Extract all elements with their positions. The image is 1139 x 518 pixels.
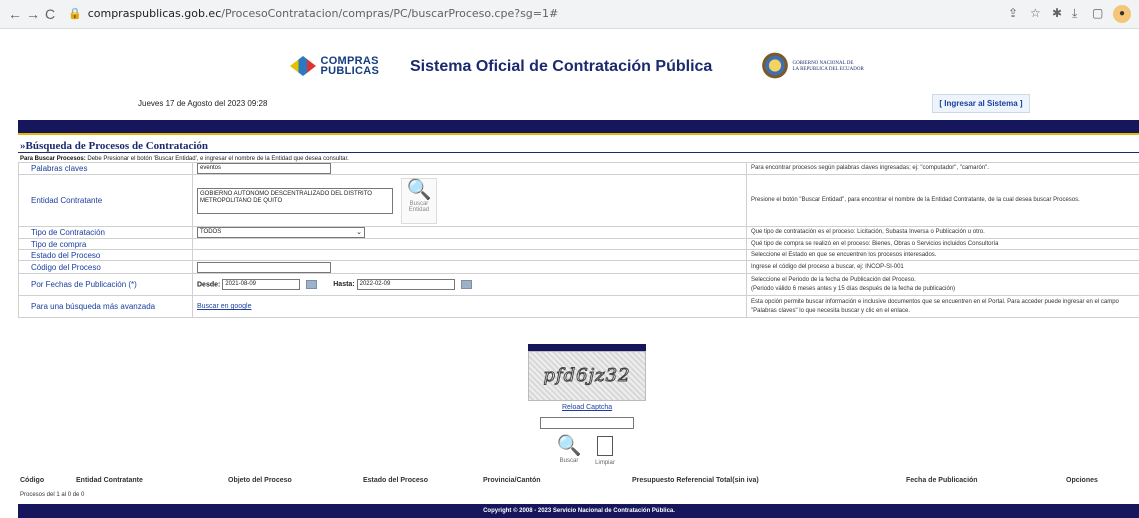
col-fecha: Fecha de Publicación — [906, 477, 978, 484]
blank-page-icon — [597, 436, 613, 456]
results-table-header: Código Entidad Contratante Objeto del Pr… — [18, 476, 1139, 486]
share-icon[interactable]: ⇪ — [1008, 6, 1018, 20]
advanced-label: Para una búsqueda más avanzada — [18, 295, 193, 318]
compras-publicas-logo: COMPRAS PUBLICAS — [290, 56, 380, 77]
advanced-help: Esta opción permite buscar información e… — [746, 295, 1139, 318]
search-entity-button[interactable]: 🔍 Buscar Entidad — [400, 177, 437, 224]
reload-captcha-link[interactable]: Reload Captcha — [562, 404, 612, 411]
sidepanel-icon[interactable]: ▢ — [1092, 6, 1103, 20]
col-estado: Estado del Proceso — [363, 477, 428, 484]
captcha-input[interactable] — [540, 417, 634, 429]
back-icon[interactable]: ← — [8, 5, 22, 23]
type-help: Que tipo de contratación es el proceso: … — [746, 226, 1139, 239]
keywords-help: Para encontrar procesos según palabras c… — [746, 162, 1139, 175]
row-purchase: Tipo de compra Qué tipo de compra se rea… — [18, 238, 1139, 250]
results-count: Procesos del 1 al 0 de 0 — [20, 492, 85, 498]
search-button[interactable]: 🔍 Buscar — [554, 434, 584, 470]
entity-textarea[interactable]: GOBIERNO AUTONOMO DESCENTRALIZADO DEL DI… — [197, 187, 393, 214]
gov-text-2: LA REPUBLICA DEL ECUADOR — [792, 67, 864, 72]
col-objeto: Objeto del Proceso — [228, 477, 292, 484]
site-title: Sistema Oficial de Contratación Pública — [410, 58, 713, 75]
keywords-input[interactable]: eventos — [197, 163, 331, 174]
row-status: Estado del Proceso Seleccione el Estado … — [18, 249, 1139, 261]
entity-help: Presione el botón "Buscar Entidad", para… — [746, 174, 1139, 227]
purchase-label: Tipo de compra — [18, 238, 193, 250]
captcha-header-bar — [528, 344, 646, 351]
google-search-link[interactable]: Buscar en google — [197, 303, 251, 310]
search-entity-label: Buscar Entidad — [408, 200, 430, 213]
lock-icon: 🔒 — [68, 7, 82, 20]
captcha-image: pfd6jz32 — [528, 351, 646, 401]
extensions-icon[interactable]: ✱ — [1052, 6, 1062, 20]
type-select-value: TODOS — [200, 229, 222, 235]
col-presupuesto: Presupuesto Referencial Total(sin iva) — [632, 477, 759, 484]
dates-help-2: (Periodo válido 6 meses antes y 15 días … — [751, 285, 956, 292]
from-label: Desde: — [197, 281, 221, 289]
reload-icon[interactable]: C — [45, 5, 55, 23]
logo-text-2: PUBLICAS — [320, 65, 380, 77]
login-link[interactable]: [ Ingresar al Sistema ] — [932, 94, 1030, 113]
type-label: Tipo de Contratación — [18, 226, 193, 239]
code-input[interactable] — [197, 261, 331, 273]
calendar-icon[interactable] — [460, 280, 472, 289]
search-form: Palabras claves eventos Para encontrar p… — [18, 162, 1139, 318]
url-path: /ProcesoContratacion/compras/PC/buscarPr… — [221, 7, 559, 20]
type-select[interactable]: TODOS ⌄ — [197, 227, 365, 238]
status-help: Seleccione el Estado en que se encuentre… — [746, 249, 1139, 261]
row-type: Tipo de Contratación TODOS ⌄ Que tipo de … — [18, 226, 1139, 239]
ecuador-seal-icon — [762, 52, 788, 82]
clear-button[interactable]: Limpiar — [590, 434, 620, 470]
row-code: Código del Proceso Ingrese el código del… — [18, 260, 1139, 274]
entity-label: Entidad Contratante — [18, 174, 193, 227]
code-help: Ingrese el código del proceso a buscar, … — [746, 260, 1139, 274]
clear-button-label: Limpiar — [595, 460, 615, 466]
footer: Copyright © 2008 - 2023 Servicio Naciona… — [18, 504, 1139, 518]
download-icon[interactable]: ⤓ — [1072, 6, 1077, 21]
captcha-text: pfd6jz32 — [543, 365, 631, 387]
col-codigo: Código — [20, 477, 45, 484]
section-divider — [18, 152, 1139, 153]
dates-label: Por Fechas de Publicación (*) — [18, 273, 193, 296]
current-date: Jueves 17 de Agosto del 2023 09:28 — [138, 99, 268, 108]
dates-help: Seleccione el Periodo de la fecha de Pub… — [746, 273, 1139, 296]
bookmark-star-icon[interactable]: ☆ — [1030, 6, 1041, 20]
gobierno-logo: GOBIERNO NACIONAL DE LA REPUBLICA DEL ECU… — [762, 52, 864, 82]
status-label: Estado del Proceso — [18, 249, 193, 261]
row-dates: Por Fechas de Publicación (*) Desde: 202… — [18, 273, 1139, 296]
col-entidad: Entidad Contratante — [76, 477, 143, 484]
search-button-label: Buscar — [559, 458, 579, 464]
to-date-input[interactable]: 2022-02-09 — [356, 279, 455, 290]
header-bar — [18, 120, 1139, 135]
from-date-input[interactable]: 2021-08-09 — [222, 279, 301, 290]
purchase-help: Qué tipo de compra se realizó en el proc… — [746, 238, 1139, 250]
url-domain: compraspublicas.gob.ec — [87, 7, 222, 20]
col-opciones: Opciones — [1066, 477, 1098, 484]
profile-avatar-icon[interactable]: ● — [1113, 5, 1131, 23]
page-content: COMPRAS PUBLICAS Sistema Oficial de Contr… — [10, 36, 1139, 518]
chevron-down-icon: ⌄ — [356, 229, 362, 236]
browser-toolbar: ← → C 🔒 compraspublicas.gob.ec/ProcesoCon… — [0, 0, 1139, 29]
gov-text-1: GOBIERNO NACIONAL DE — [792, 61, 854, 66]
compras-logo-icon — [290, 56, 316, 76]
magnifier-icon: 🔍 — [406, 178, 432, 201]
row-keywords: Palabras claves eventos Para encontrar p… — [18, 162, 1139, 175]
dates-help-1: Seleccione el Periodo de la fecha de Pub… — [751, 276, 916, 283]
to-label: Hasta: — [333, 281, 355, 289]
keywords-label: Palabras claves — [18, 162, 193, 175]
calendar-icon[interactable] — [306, 280, 318, 289]
row-advanced: Para una búsqueda más avanzada Buscar en… — [18, 295, 1139, 318]
address-bar[interactable]: 🔒 compraspublicas.gob.ec/ProcesoContratac… — [68, 4, 558, 24]
forward-icon[interactable]: → — [26, 5, 40, 23]
col-provincia: Provincia/Cantón — [483, 477, 541, 484]
section-title: »Búsqueda de Procesos de Contratación — [20, 140, 209, 152]
magnifier-icon: 🔍 — [556, 435, 582, 457]
code-label: Código del Proceso — [18, 260, 193, 274]
row-entity: Entidad Contratante GOBIERNO AUTONOMO DE… — [18, 174, 1139, 227]
